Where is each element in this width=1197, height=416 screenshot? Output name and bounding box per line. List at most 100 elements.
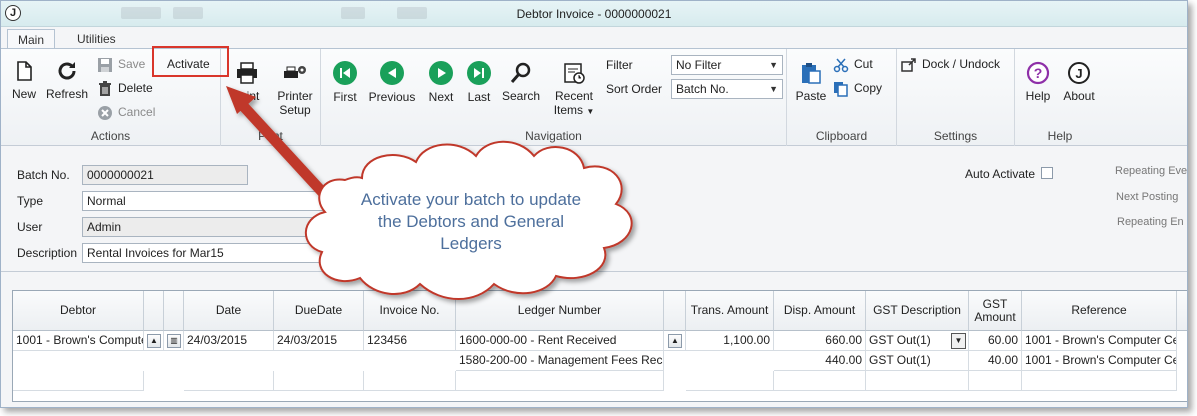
dock-undock-label: Dock / Undock — [922, 57, 1001, 72]
batch-header-form: Batch No. 0000000021 Type Normal User Ad… — [1, 147, 1187, 271]
about-button[interactable]: J About — [1059, 61, 1099, 103]
save-label: Save — [118, 57, 146, 72]
copy-button[interactable]: Copy — [833, 81, 882, 97]
printer-setup-button[interactable]: Printer Setup — [273, 61, 317, 117]
print-group-label: Print — [258, 129, 283, 143]
delete-row-trash-icon[interactable]: ▥ — [167, 334, 181, 348]
table-row-cell[interactable] — [1022, 371, 1177, 391]
cell-gst-amount[interactable]: 40.00 — [969, 351, 1022, 371]
cell-disp-amount[interactable]: 660.00 — [774, 331, 866, 351]
batch-no-field[interactable]: 0000000021 — [82, 165, 248, 185]
table-row-cell[interactable] — [456, 371, 664, 391]
actions-group-label: Actions — [90, 129, 131, 143]
last-label: Last — [467, 90, 491, 104]
col-header-gst-amount[interactable]: GST Amount — [969, 291, 1022, 331]
previous-button[interactable]: Previous — [367, 61, 417, 104]
description-field[interactable]: Rental Invoices for Mar15 — [82, 243, 332, 263]
last-button[interactable]: Last — [463, 61, 495, 104]
cell-ledger-number[interactable]: 1600-000-00 - Rent Received — [456, 331, 664, 351]
print-button[interactable]: Print ▼ — [231, 61, 263, 113]
table-row-cell[interactable] — [866, 371, 969, 391]
auto-activate-checkbox[interactable] — [1041, 167, 1053, 179]
refresh-button[interactable]: Refresh — [45, 59, 89, 101]
col-header-gst-description[interactable]: GST Description — [866, 291, 969, 331]
clipboard-group: Paste Cut Copy Clipboard — [787, 49, 897, 146]
col-header-debtor[interactable]: Debtor — [13, 291, 144, 331]
cancel-x-icon — [98, 106, 112, 120]
table-row-cell[interactable] — [184, 371, 274, 391]
table-row-cell[interactable] — [969, 371, 1022, 391]
cell-gst-amount[interactable]: 60.00 — [969, 331, 1022, 351]
printer-setup-label-1: Printer — [277, 89, 313, 103]
delete-button[interactable]: Delete — [97, 81, 153, 97]
repeating-end-label: Repeating En — [1117, 216, 1184, 228]
cell-reference[interactable]: 1001 - Brown's Computer Centre — [1022, 331, 1177, 351]
dock-undock-button[interactable]: Dock / Undock — [901, 57, 1000, 73]
col-header-trans-amount[interactable]: Trans. Amount — [686, 291, 774, 331]
expand-up-icon[interactable]: ▲ — [668, 334, 682, 348]
cell-date[interactable]: 24/03/2015 — [184, 331, 274, 351]
user-field[interactable]: Admin — [82, 217, 332, 237]
chevron-down-icon: ▼ — [769, 84, 778, 94]
save-button[interactable]: Save — [97, 57, 145, 73]
col-header-due-date[interactable]: DueDate — [274, 291, 364, 331]
cancel-button[interactable]: Cancel — [97, 105, 155, 121]
activate-highlight-box — [152, 46, 229, 77]
window-title: Debtor Invoice - 0000000021 — [516, 7, 672, 21]
col-header-date[interactable]: Date — [184, 291, 274, 331]
previous-record-icon — [380, 61, 404, 85]
cell-trans-amount[interactable]: 1,100.00 — [686, 331, 774, 351]
recent-items-icon — [564, 63, 585, 84]
printer-setup-label-2: Setup — [279, 103, 311, 117]
new-button[interactable]: New — [9, 59, 39, 101]
printer-icon — [237, 62, 257, 84]
sort-order-select-value: Batch No. — [676, 82, 729, 96]
debtor-invoice-window: J Debtor Invoice - 0000000021 Main Utili… — [0, 0, 1188, 408]
refresh-label: Refresh — [45, 87, 89, 101]
last-record-icon — [467, 61, 491, 85]
table-row-cell[interactable] — [13, 371, 144, 391]
cell-ledger-number[interactable]: 1580-200-00 - Management Fees Received — [456, 351, 664, 371]
recent-dropdown-icon[interactable]: ▼ — [586, 107, 594, 116]
paste-clipboard-icon — [802, 63, 821, 84]
navigation-group: First Previous Next Last Search Recent I… — [321, 49, 787, 146]
cut-button[interactable]: Cut — [833, 57, 873, 73]
table-row-cell[interactable] — [686, 371, 774, 391]
expand-up-icon[interactable]: ▲ — [147, 334, 161, 348]
user-label: User — [17, 220, 43, 234]
col-header-reference[interactable]: Reference — [1022, 291, 1177, 331]
col-header-disp-amount[interactable]: Disp. Amount — [774, 291, 866, 331]
table-row-cell[interactable] — [364, 371, 456, 391]
cell-gst-description[interactable]: GST Out(1) — [866, 351, 969, 371]
tab-utilities[interactable]: Utilities — [67, 29, 126, 50]
scissors-icon — [833, 58, 849, 73]
cell-invoice-no[interactable]: 123456 — [364, 331, 456, 351]
cell-reference[interactable]: 1001 - Brown's Computer Centre — [1022, 351, 1177, 371]
save-disk-icon — [98, 58, 112, 72]
cell-disp-amount[interactable]: 440.00 — [774, 351, 866, 371]
invoice-lines-grid: Debtor Date DueDate Invoice No. Ledger N… — [12, 290, 1187, 402]
gst-dropdown-chevron-icon[interactable]: ▼ — [951, 333, 966, 349]
type-field[interactable]: Normal — [82, 191, 332, 211]
cell-debtor[interactable]: 1001 - Brown's Computer Centre — [13, 331, 144, 351]
filter-select[interactable]: No Filter ▼ — [671, 55, 783, 75]
table-row-cell[interactable] — [274, 371, 364, 391]
next-button[interactable]: Next — [425, 61, 457, 104]
print-dropdown-icon[interactable]: ▼ — [231, 103, 263, 113]
tab-main[interactable]: Main — [7, 29, 56, 50]
first-button[interactable]: First — [329, 61, 361, 104]
sort-order-select[interactable]: Batch No. ▼ — [671, 79, 783, 99]
cut-label: Cut — [854, 57, 873, 72]
search-button[interactable]: Search — [501, 61, 541, 103]
col-header-ledger-number[interactable]: Ledger Number — [456, 291, 664, 331]
col-header-invoice-no[interactable]: Invoice No. — [364, 291, 456, 331]
settings-group: Dock / Undock Settings — [897, 49, 1015, 146]
cell-due-date[interactable]: 24/03/2015 — [274, 331, 364, 351]
dock-undock-icon — [901, 58, 916, 72]
gst-amount-header-line1: GST — [982, 296, 1008, 311]
table-row-cell[interactable] — [774, 371, 866, 391]
recent-items-button[interactable]: Recent Items ▼ — [551, 61, 597, 117]
help-button[interactable]: ? Help — [1021, 61, 1055, 103]
description-label: Description — [17, 246, 78, 260]
paste-button[interactable]: Paste — [793, 61, 829, 103]
